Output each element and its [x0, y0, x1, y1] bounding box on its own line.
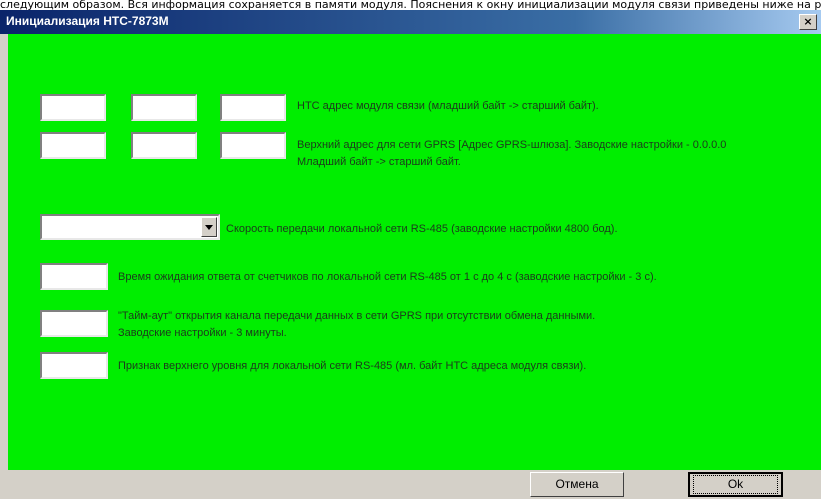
baudrate-dropdown-button[interactable] — [201, 217, 217, 237]
page-caption: следующим образом. Вся информация сохран… — [0, 0, 821, 10]
ok-button-label: Ok — [693, 475, 778, 494]
baudrate-select[interactable] — [40, 214, 220, 240]
htc-address-byte-1-input[interactable] — [40, 94, 106, 121]
cancel-button[interactable]: Отмена — [530, 472, 624, 497]
htc-address-byte-3-input[interactable] — [220, 94, 286, 121]
gprs-address-byte-3-input[interactable] — [220, 132, 286, 159]
htc-address-label: НТС адрес модуля связи (младший байт -> … — [297, 100, 599, 112]
form-area: НТС адрес модуля связи (младший байт -> … — [8, 34, 821, 470]
close-button[interactable]: × — [799, 14, 817, 30]
upper-level-flag-input[interactable] — [40, 352, 108, 379]
response-timeout-input[interactable] — [40, 263, 108, 290]
upper-level-flag-label: Признак верхнего уровня для локальной се… — [118, 360, 587, 372]
ok-button[interactable]: Ok — [688, 472, 783, 497]
gprs-address-label-line2: Младший байт -> старший байт. — [297, 156, 461, 168]
htc-address-byte-2-input[interactable] — [131, 94, 197, 121]
button-bar: Отмена Ok — [8, 470, 821, 499]
gprs-address-byte-2-input[interactable] — [131, 132, 197, 159]
close-icon: × — [803, 15, 813, 28]
gprs-timeout-label-line1: "Тайм-аут" открытия канала передачи данн… — [118, 310, 596, 322]
gprs-timeout-label-line2: Заводские настройки - 3 минуты. — [118, 327, 287, 339]
response-timeout-label: Время ожидания ответа от счетчиков по ло… — [118, 271, 657, 283]
gprs-address-label-line1: Верхний адрес для сети GPRS [Адрес GPRS-… — [297, 139, 727, 151]
gprs-address-byte-1-input[interactable] — [40, 132, 106, 159]
gprs-timeout-input[interactable] — [40, 310, 108, 337]
baudrate-label: Скорость передачи локальной сети RS-485 … — [226, 223, 618, 235]
chevron-down-icon — [205, 225, 213, 230]
title-bar: Инициализация НТС-7873М × — [0, 10, 821, 34]
window-title: Инициализация НТС-7873М — [6, 14, 169, 28]
init-dialog: Инициализация НТС-7873М × НТС адрес моду… — [0, 10, 821, 499]
